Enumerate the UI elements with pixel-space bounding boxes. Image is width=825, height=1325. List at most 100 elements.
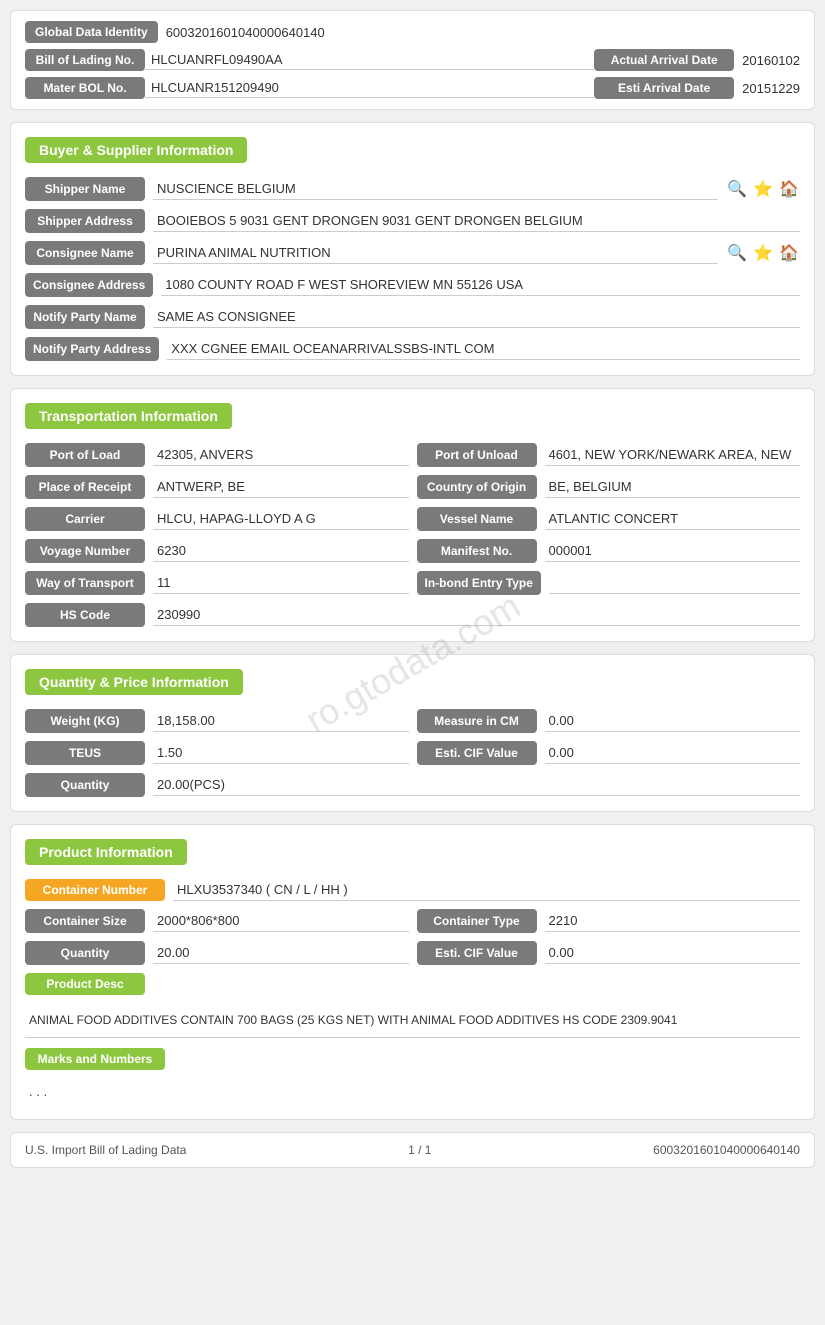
weight-label: Weight (KG) — [25, 709, 145, 733]
measure-col: Measure in CM 0.00 — [417, 709, 801, 733]
bol-row: Bill of Lading No. HLCUANRFL09490AA Actu… — [25, 49, 800, 71]
teus-value: 1.50 — [153, 742, 409, 764]
quantity-price-title: Quantity & Price Information — [25, 669, 243, 695]
teus-label: TEUS — [25, 741, 145, 765]
shipper-icons: 🔍 ⭐ 🏠 — [726, 178, 800, 200]
notify-name-row: Notify Party Name SAME AS CONSIGNEE — [25, 305, 800, 329]
carrier-value: HLCU, HAPAG-LLOYD A G — [153, 508, 409, 530]
product-qty-col: Quantity 20.00 — [25, 941, 409, 965]
teus-cif-row: TEUS 1.50 Esti. CIF Value 0.00 — [25, 741, 800, 765]
vessel-name-label: Vessel Name — [417, 507, 537, 531]
in-bond-col: In-bond Entry Type — [417, 571, 801, 595]
place-receipt-value: ANTWERP, BE — [153, 476, 409, 498]
product-title: Product Information — [25, 839, 187, 865]
product-esti-cif-label: Esti. CIF Value — [417, 941, 537, 965]
actual-arrival-value: 20160102 — [734, 53, 800, 68]
port-unload-label: Port of Unload — [417, 443, 537, 467]
notify-address-label: Notify Party Address — [25, 337, 159, 361]
way-transport-col: Way of Transport 11 — [25, 571, 409, 595]
shipper-address-label: Shipper Address — [25, 209, 145, 233]
container-size-col: Container Size 2000*806*800 — [25, 909, 409, 933]
consignee-search-icon[interactable]: 🔍 — [726, 242, 748, 264]
esti-arrival-value: 20151229 — [734, 81, 800, 96]
consignee-address-label: Consignee Address — [25, 273, 153, 297]
marks-row: Marks and Numbers — [25, 1048, 800, 1070]
consignee-name-label: Consignee Name — [25, 241, 145, 265]
port-load-value: 42305, ANVERS — [153, 444, 409, 466]
footer-center: 1 / 1 — [408, 1143, 431, 1157]
measure-value: 0.00 — [545, 710, 801, 732]
place-receipt-col: Place of Receipt ANTWERP, BE — [25, 475, 409, 499]
container-type-label: Container Type — [417, 909, 537, 933]
weight-col: Weight (KG) 18,158.00 — [25, 709, 409, 733]
in-bond-label: In-bond Entry Type — [417, 571, 541, 595]
voyage-col: Voyage Number 6230 — [25, 539, 409, 563]
consignee-star-icon[interactable]: ⭐ — [752, 242, 774, 264]
hs-code-value: 230990 — [153, 604, 800, 626]
shipper-address-value: BOOIEBOS 5 9031 GENT DRONGEN 9031 GENT D… — [153, 210, 800, 232]
port-row: Port of Load 42305, ANVERS Port of Unloa… — [25, 443, 800, 467]
consignee-icons: 🔍 ⭐ 🏠 — [726, 242, 800, 264]
master-bol-label: Mater BOL No. — [25, 77, 145, 99]
shipper-home-icon[interactable]: 🏠 — [778, 178, 800, 200]
notify-address-value: XXX CGNEE EMAIL OCEANARRIVALSSBS-INTL CO… — [167, 338, 800, 360]
country-origin-col: Country of Origin BE, BELGIUM — [417, 475, 801, 499]
shipper-star-icon[interactable]: ⭐ — [752, 178, 774, 200]
buyer-supplier-card: Buyer & Supplier Information Shipper Nam… — [10, 122, 815, 376]
shipper-name-row: Shipper Name NUSCIENCE BELGIUM 🔍 ⭐ 🏠 — [25, 177, 800, 201]
notify-name-label: Notify Party Name — [25, 305, 145, 329]
container-number-row: Container Number HLXU3537340 ( CN / L / … — [25, 879, 800, 901]
container-size-type-row: Container Size 2000*806*800 Container Ty… — [25, 909, 800, 933]
product-qty-cif-row: Quantity 20.00 Esti. CIF Value 0.00 — [25, 941, 800, 965]
quantity-label: Quantity — [25, 773, 145, 797]
product-desc-value: ANIMAL FOOD ADDITIVES CONTAIN 700 BAGS (… — [25, 1003, 800, 1038]
voyage-manifest-row: Voyage Number 6230 Manifest No. 000001 — [25, 539, 800, 563]
esti-cif-col: Esti. CIF Value 0.00 — [417, 741, 801, 765]
teus-col: TEUS 1.50 — [25, 741, 409, 765]
product-cif-col: Esti. CIF Value 0.00 — [417, 941, 801, 965]
receipt-origin-row: Place of Receipt ANTWERP, BE Country of … — [25, 475, 800, 499]
global-data-label: Global Data Identity — [25, 21, 158, 43]
port-load-col: Port of Load 42305, ANVERS — [25, 443, 409, 467]
hs-code-label: HS Code — [25, 603, 145, 627]
voyage-number-label: Voyage Number — [25, 539, 145, 563]
container-number-label: Container Number — [25, 879, 165, 901]
product-desc-row: Product Desc — [25, 973, 800, 995]
product-quantity-label: Quantity — [25, 941, 145, 965]
container-number-value: HLXU3537340 ( CN / L / HH ) — [173, 879, 800, 901]
product-card: Product Information Container Number HLX… — [10, 824, 815, 1120]
measure-label: Measure in CM — [417, 709, 537, 733]
container-type-col: Container Type 2210 — [417, 909, 801, 933]
master-bol-row: Mater BOL No. HLCUANR151209490 Esti Arri… — [25, 77, 800, 99]
in-bond-value — [549, 572, 800, 594]
weight-value: 18,158.00 — [153, 710, 409, 732]
notify-name-value: SAME AS CONSIGNEE — [153, 306, 800, 328]
bol-value: HLCUANRFL09490AA — [145, 50, 594, 70]
weight-measure-row: Weight (KG) 18,158.00 Measure in CM 0.00 — [25, 709, 800, 733]
port-load-label: Port of Load — [25, 443, 145, 467]
manifest-no-label: Manifest No. — [417, 539, 537, 563]
esti-cif-value: 0.00 — [545, 742, 801, 764]
transportation-card: Transportation Information Port of Load … — [10, 388, 815, 642]
shipper-search-icon[interactable]: 🔍 — [726, 178, 748, 200]
port-unload-value: 4601, NEW YORK/NEWARK AREA, NEW — [545, 444, 801, 466]
shipper-address-row: Shipper Address BOOIEBOS 5 9031 GENT DRO… — [25, 209, 800, 233]
way-transport-value: 11 — [153, 572, 409, 594]
hs-code-row: HS Code 230990 — [25, 603, 800, 627]
manifest-no-value: 000001 — [545, 540, 801, 562]
manifest-col: Manifest No. 000001 — [417, 539, 801, 563]
footer-right: 6003201601040000640140 — [653, 1143, 800, 1157]
consignee-address-row: Consignee Address 1080 COUNTY ROAD F WES… — [25, 273, 800, 297]
notify-address-row: Notify Party Address XXX CGNEE EMAIL OCE… — [25, 337, 800, 361]
container-size-label: Container Size — [25, 909, 145, 933]
carrier-col: Carrier HLCU, HAPAG-LLOYD A G — [25, 507, 409, 531]
bol-label: Bill of Lading No. — [25, 49, 145, 71]
transportation-title: Transportation Information — [25, 403, 232, 429]
country-origin-value: BE, BELGIUM — [545, 476, 801, 498]
esti-arrival-label: Esti Arrival Date — [594, 77, 734, 99]
identity-card: Global Data Identity 6003201601040000640… — [10, 10, 815, 110]
port-unload-col: Port of Unload 4601, NEW YORK/NEWARK ARE… — [417, 443, 801, 467]
quantity-row: Quantity 20.00(PCS) — [25, 773, 800, 797]
product-esti-cif-value: 0.00 — [545, 942, 801, 964]
consignee-home-icon[interactable]: 🏠 — [778, 242, 800, 264]
